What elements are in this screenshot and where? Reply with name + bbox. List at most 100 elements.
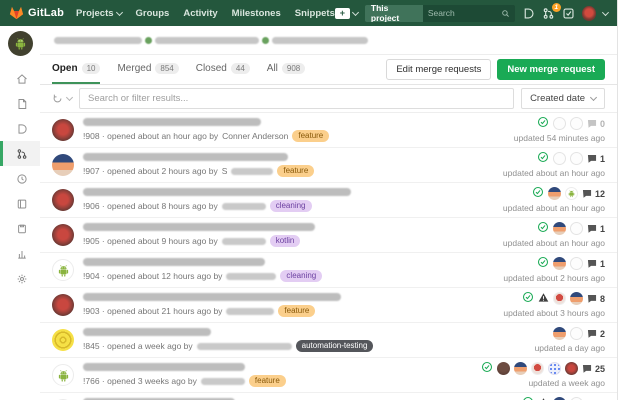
author-avatar[interactable] [52, 189, 74, 211]
assignee-avatar[interactable] [553, 257, 566, 270]
label-pill[interactable]: cleaning [270, 200, 312, 213]
comments-count[interactable]: 2 [587, 329, 605, 339]
mr-title-redacted[interactable] [83, 293, 341, 301]
search-input[interactable]: Search [423, 5, 515, 22]
pipeline-passed-icon[interactable] [481, 360, 493, 378]
sidebar-item-issues[interactable] [0, 116, 40, 141]
sidebar-item-pipelines[interactable] [0, 166, 40, 191]
comments-count[interactable]: 25 [582, 364, 605, 374]
merge-request-row[interactable]: !908 · opened about an hour ago byConner… [40, 113, 617, 148]
tab-merged[interactable]: Merged854 [117, 55, 178, 84]
author-avatar[interactable] [52, 294, 74, 316]
comments-count[interactable]: 12 [582, 189, 605, 199]
new-merge-request-button[interactable]: New merge request [497, 59, 605, 80]
mr-author-redacted[interactable] [226, 273, 276, 280]
nav-menu-activity[interactable]: Activity [183, 8, 217, 19]
sort-dropdown[interactable]: Created date [521, 88, 605, 109]
tab-closed[interactable]: Closed44 [196, 55, 250, 84]
sidebar-item-snippets[interactable] [0, 216, 40, 241]
mr-title-redacted[interactable] [83, 188, 351, 196]
author-avatar[interactable] [52, 329, 74, 351]
label-pill[interactable]: automation-testing [296, 340, 374, 353]
assignee-avatar[interactable] [565, 362, 578, 375]
project-avatar[interactable] [8, 31, 33, 56]
comments-count[interactable]: 1 [587, 259, 605, 269]
sidebar-item-charts[interactable] [0, 241, 40, 266]
pipeline-passed-icon[interactable] [522, 395, 534, 400]
mr-author-redacted[interactable] [222, 203, 266, 210]
comments-count[interactable]: 1 [587, 224, 605, 234]
pipeline-passed-icon[interactable] [537, 255, 549, 273]
mr-author[interactable]: Conner Anderson [222, 131, 288, 141]
mr-title-redacted[interactable] [83, 328, 211, 336]
author-avatar[interactable] [52, 224, 74, 246]
assignee-avatar[interactable] [570, 292, 583, 305]
mr-title-redacted[interactable] [83, 258, 265, 266]
search-context-badge[interactable]: This project [365, 5, 423, 22]
merge-requests-nav-icon[interactable]: 1 [542, 7, 555, 20]
sidebar-item-repository[interactable] [0, 91, 40, 116]
author-avatar[interactable] [52, 154, 74, 176]
nav-menu-projects[interactable]: Projects [76, 8, 122, 19]
comments-count[interactable]: 0 [587, 119, 605, 129]
sidebar-item-wiki[interactable] [0, 191, 40, 216]
mr-author-redacted[interactable] [222, 238, 266, 245]
edit-merge-requests-button[interactable]: Edit merge requests [386, 59, 491, 80]
nav-menu-groups[interactable]: Groups [136, 8, 170, 19]
nav-menu-snippets[interactable]: Snippets [295, 8, 335, 19]
merge-request-row[interactable]: !845 · opened a week ago byautomation-te… [40, 323, 617, 358]
assignee-avatar[interactable] [553, 327, 566, 340]
mr-author-redacted[interactable] [231, 168, 273, 175]
mr-title-redacted[interactable] [83, 153, 288, 161]
author-avatar[interactable] [52, 259, 74, 281]
merge-request-row[interactable]: !907 · opened about 2 hours ago bySfeatu… [40, 148, 617, 183]
author-avatar[interactable] [52, 364, 74, 386]
mr-author-redacted[interactable] [201, 378, 245, 385]
filter-search-input[interactable]: Search or filter results... [79, 88, 514, 109]
label-pill[interactable]: feature [277, 165, 314, 178]
comments-count[interactable]: 8 [587, 294, 605, 304]
label-pill[interactable]: cleaning [280, 270, 322, 283]
assignee-avatar[interactable] [553, 222, 566, 235]
label-pill[interactable]: kotlin [270, 235, 301, 248]
mr-title-redacted[interactable] [83, 363, 245, 371]
mr-title-redacted[interactable] [83, 223, 315, 231]
merge-request-row[interactable]: !766 · opened 3 weeks ago byfeature25upd… [40, 358, 617, 393]
warning-icon[interactable] [538, 290, 549, 308]
new-dropdown-button[interactable]: + [335, 8, 358, 19]
assignee-avatar[interactable] [565, 187, 578, 200]
merge-request-row[interactable]: !717 · opened a month ago bytech-debt3up… [40, 393, 617, 400]
assignee-avatar[interactable] [514, 362, 527, 375]
assignee-avatar[interactable] [553, 292, 566, 305]
assignee-avatar[interactable] [548, 187, 561, 200]
author-avatar[interactable] [52, 119, 74, 141]
warning-icon[interactable] [538, 395, 549, 400]
mr-title-redacted[interactable] [83, 118, 261, 126]
comments-count[interactable]: 1 [587, 154, 605, 164]
pipeline-passed-icon[interactable] [537, 115, 549, 133]
gitlab-logo[interactable]: GitLab [9, 6, 64, 20]
pipeline-passed-icon[interactable] [532, 185, 544, 203]
todos-icon[interactable] [562, 7, 575, 20]
pipeline-passed-icon[interactable] [522, 290, 534, 308]
recent-searches-button[interactable] [52, 93, 72, 104]
tab-open[interactable]: Open10 [52, 55, 100, 84]
assignee-avatar[interactable] [531, 362, 544, 375]
merge-request-row[interactable]: !903 · opened about 21 hours ago byfeatu… [40, 288, 617, 323]
sidebar-item-merge-requests[interactable] [0, 141, 40, 166]
mr-author[interactable]: S [222, 166, 228, 176]
pipeline-passed-icon[interactable] [537, 220, 549, 238]
issues-icon[interactable] [522, 7, 535, 20]
merge-request-row[interactable]: !905 · opened about 9 hours ago bykotlin… [40, 218, 617, 253]
nav-menu-milestones[interactable]: Milestones [232, 8, 281, 19]
sidebar-item-project-home[interactable] [0, 66, 40, 91]
label-pill[interactable]: feature [292, 130, 329, 143]
label-pill[interactable]: feature [278, 305, 315, 318]
assignee-avatar[interactable] [548, 362, 561, 375]
pipeline-passed-icon[interactable] [537, 150, 549, 168]
sidebar-item-settings[interactable] [0, 266, 40, 291]
label-pill[interactable]: feature [249, 375, 286, 388]
tab-all[interactable]: All908 [267, 55, 305, 84]
user-avatar[interactable] [582, 6, 596, 21]
merge-request-row[interactable]: !906 · opened about 8 hours ago bycleani… [40, 183, 617, 218]
